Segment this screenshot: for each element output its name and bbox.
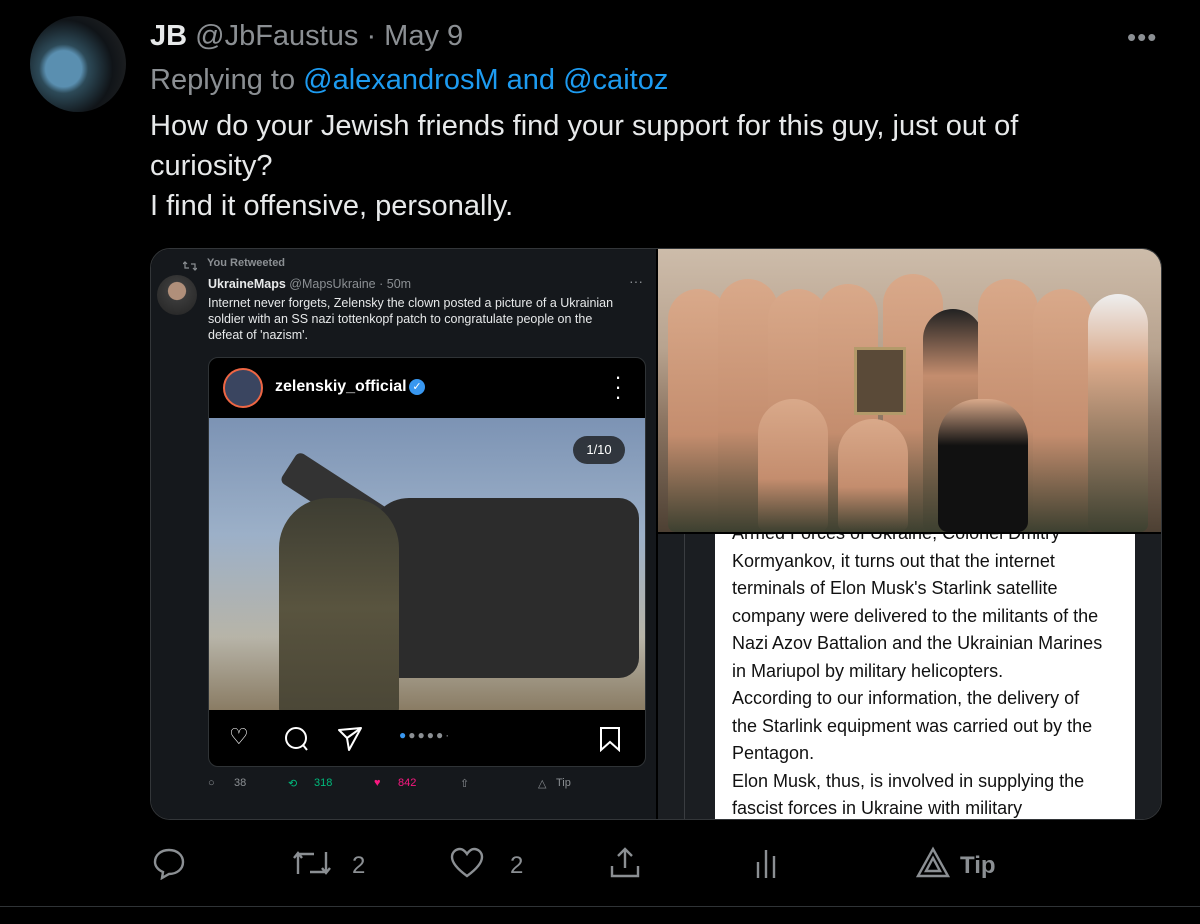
replying-to: Replying to @alexandrosM and @caitoz xyxy=(150,64,668,97)
carousel-dots: ●●●●●· xyxy=(399,728,452,742)
tweet-date[interactable]: May 9 xyxy=(384,20,463,52)
media-image-group-photo[interactable] xyxy=(658,249,1161,532)
document-line: According to our information, the delive… xyxy=(732,688,1080,708)
bookmark-icon xyxy=(599,726,621,757)
tweet-text-line: How do your Jewish friends find your sup… xyxy=(150,110,1019,182)
person-figure-masked xyxy=(1088,294,1148,532)
media-grid[interactable]: You Retweeted UkraineMaps @MapsUkraine ·… xyxy=(150,248,1162,820)
instagram-username: zelenskiy_official xyxy=(275,378,407,395)
photo-counter: 1/10 xyxy=(573,436,625,464)
document-page: Armed Forces of Ukraine, Colonel Dmitry … xyxy=(715,534,1135,819)
instagram-photo: 1/10 xyxy=(209,418,645,710)
comment-icon xyxy=(283,726,309,757)
instagram-actions: ♡ ●●●●●· xyxy=(209,710,645,766)
tweet-text-line: I find it offensive, personally. xyxy=(150,190,514,222)
soldier-figure xyxy=(279,498,399,710)
document-line: Elon Musk, thus, is involved in supplyin… xyxy=(732,770,1085,791)
embedded-handle: @MapsUkraine xyxy=(289,277,376,291)
media-image-screenshot[interactable]: You Retweeted UkraineMaps @MapsUkraine ·… xyxy=(151,249,656,819)
more-options-icon[interactable]: ••• xyxy=(1127,22,1157,53)
divider xyxy=(0,906,1200,907)
person-figure xyxy=(938,399,1028,532)
divider xyxy=(684,534,685,819)
retweet-small-icon-green: ⟲ xyxy=(288,778,298,790)
embedded-more-icon: ··· xyxy=(629,273,643,289)
reply-button[interactable] xyxy=(152,846,186,887)
instagram-post: zelenskiy_official ✓ · · · 1/10 ♡ ●●●●●· xyxy=(208,357,646,767)
replying-to-links[interactable]: @alexandrosM and @caitoz xyxy=(303,64,668,96)
share-small-icon: ⇧ xyxy=(460,778,470,790)
document-line: Armed Forces of Ukraine, Colonel Dmitry xyxy=(732,534,1132,548)
document-line: Kormyankov, it turns out that the intern… xyxy=(732,550,1055,571)
analytics-button[interactable] xyxy=(754,846,778,887)
header-separator: · xyxy=(366,20,377,52)
instagram-avatar xyxy=(223,368,263,408)
embedded-like-count: 842 xyxy=(398,777,417,789)
document-text: Armed Forces of Ukraine, Colonel Dmitry … xyxy=(732,534,1132,819)
document-line: Nazi Azov Battalion and the Ukrainian Ma… xyxy=(732,633,1103,653)
like-small-icon: ♥ xyxy=(374,777,381,789)
embedded-reply-count: 38 xyxy=(234,777,247,789)
embedded-name: UkraineMaps xyxy=(208,277,286,291)
share-button[interactable] xyxy=(608,846,642,887)
retweet-small-icon xyxy=(182,258,198,271)
document-line: terminals of Elon Musk's Starlink satell… xyxy=(732,578,1058,598)
like-button[interactable] xyxy=(450,846,484,887)
embedded-avatar xyxy=(157,275,197,315)
person-figure xyxy=(838,419,908,532)
share-icon xyxy=(337,726,363,757)
document-line: the Starlink equipment was carried out b… xyxy=(732,715,1093,736)
document-line: company were delivered to the militants … xyxy=(732,605,1099,626)
tip-small-icon: △ xyxy=(538,778,547,790)
embedded-tip-label: Tip xyxy=(556,777,571,789)
replying-prefix: Replying to xyxy=(150,64,304,96)
embedded-retweet-count: 318 xyxy=(314,777,333,789)
document-line: in Mariupol by military helicopters. xyxy=(732,660,1004,681)
author-handle[interactable]: @JbFaustus xyxy=(195,20,358,52)
tip-icon[interactable] xyxy=(915,846,951,887)
document-line: fascist forces in Ukraine with military xyxy=(732,798,1023,818)
person-figure xyxy=(758,399,828,532)
artillery-body xyxy=(369,498,639,678)
like-count: 2 xyxy=(510,852,524,879)
author-name[interactable]: JB xyxy=(150,20,187,52)
embedded-time: · 50m xyxy=(379,277,412,291)
retweet-button[interactable] xyxy=(292,846,332,887)
retweet-count: 2 xyxy=(352,852,366,879)
tip-label[interactable]: Tip xyxy=(960,852,996,880)
person-figure xyxy=(1033,289,1093,532)
tweet-text: How do your Jewish friends find your sup… xyxy=(150,106,1110,226)
instagram-header: zelenskiy_official ✓ · · · xyxy=(209,358,645,418)
heart-icon: ♡ xyxy=(229,724,249,749)
document-line: Pentagon. xyxy=(732,743,815,763)
media-image-document[interactable]: Armed Forces of Ukraine, Colonel Dmitry … xyxy=(658,534,1161,819)
tweet-header: JB @JbFaustus · May 9 xyxy=(150,20,463,53)
reply-small-icon: ○ xyxy=(208,777,215,789)
verified-badge-icon: ✓ xyxy=(409,379,425,395)
framed-portrait xyxy=(854,347,906,415)
embedded-header: UkraineMaps @MapsUkraine · 50m xyxy=(208,277,411,291)
author-avatar[interactable] xyxy=(30,16,126,112)
instagram-more-icon: · · · xyxy=(614,364,622,409)
tweet-action-bar: 2 2 Tip xyxy=(150,846,1050,886)
retweeted-label: You Retweeted xyxy=(207,257,286,269)
embedded-text: Internet never forgets, Zelensky the clo… xyxy=(208,296,614,342)
